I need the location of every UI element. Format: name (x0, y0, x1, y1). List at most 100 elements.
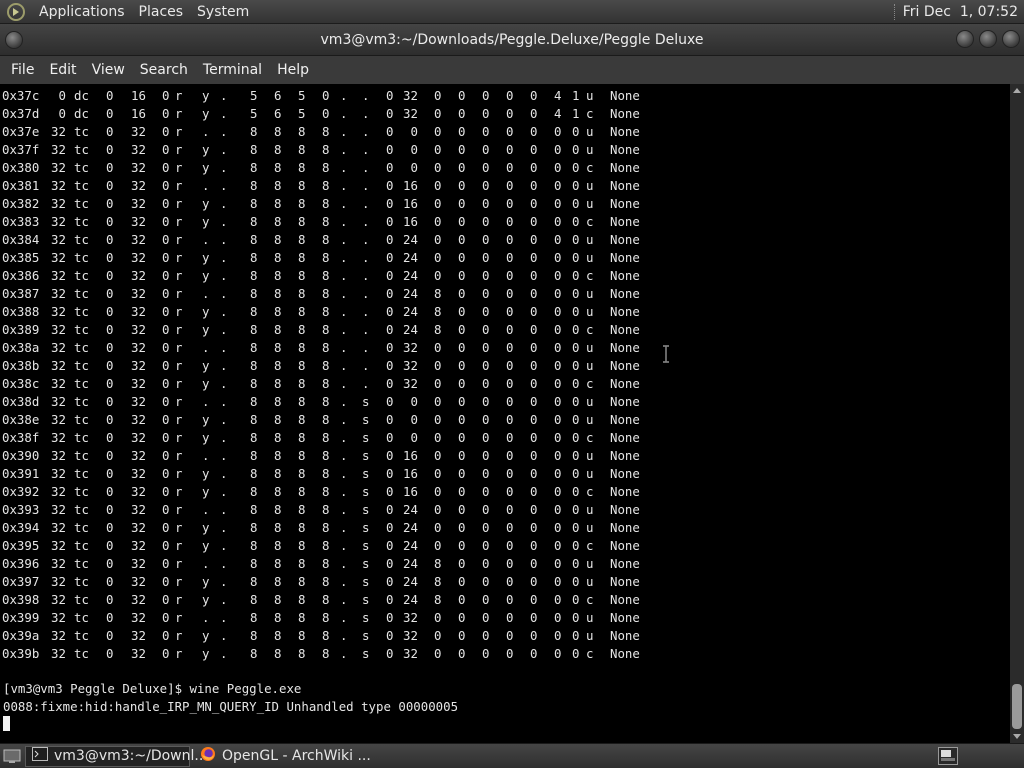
table-cell: tc (74, 394, 89, 409)
table-cell: 8 (322, 448, 330, 463)
table-cell: r (175, 196, 183, 211)
table-cell: 8 (250, 538, 258, 553)
minimize-button[interactable] (956, 30, 974, 48)
table-cell: c (586, 106, 594, 121)
menu-help[interactable]: Help (269, 62, 316, 78)
maximize-button[interactable] (979, 30, 997, 48)
system-menu[interactable]: System (190, 4, 256, 20)
window-menu-button[interactable] (5, 31, 23, 49)
table-cell: tc (74, 304, 89, 319)
menu-terminal[interactable]: Terminal (195, 62, 269, 78)
table-cell: 0 (482, 466, 490, 481)
scroll-down-icon[interactable] (1013, 734, 1021, 739)
table-cell: u (586, 556, 594, 571)
table-cell: s (362, 520, 370, 535)
table-cell: r (175, 538, 183, 553)
taskbar-item-terminal[interactable]: vm3@vm3:~/Downl... (25, 745, 208, 767)
distro-logo-icon[interactable] (6, 2, 26, 22)
table-cell: 0 (386, 556, 394, 571)
places-menu[interactable]: Places (132, 4, 191, 20)
table-cell: 0 (530, 268, 538, 283)
table-cell: 32 (131, 646, 146, 661)
table-cell: 8 (274, 376, 282, 391)
scrollbar-thumb[interactable] (1012, 684, 1022, 729)
table-cell: 0 (506, 556, 514, 571)
table-cell: 0 (554, 214, 562, 229)
table-cell: 5 (298, 88, 306, 103)
table-cell: 0 (482, 358, 490, 373)
menu-file[interactable]: File (3, 62, 41, 78)
table-cell: 32 (51, 592, 66, 607)
table-cell: 0 (458, 448, 466, 463)
menu-view[interactable]: View (84, 62, 132, 78)
table-cell: 8 (298, 646, 306, 661)
table-cell: 8 (298, 484, 306, 499)
table-cell: 0 (482, 124, 490, 139)
table-cell: . (220, 448, 228, 463)
table-cell: 6 (274, 106, 282, 121)
table-cell: 8 (250, 124, 258, 139)
table-cell: . (220, 520, 228, 535)
table-cell: r (175, 646, 183, 661)
vertical-scrollbar[interactable] (1010, 84, 1024, 743)
table-cell: 0 (106, 358, 114, 373)
table-cell: . (340, 88, 348, 103)
table-cell: . (220, 484, 228, 499)
table-cell: 0 (386, 286, 394, 301)
terminal-output[interactable]: 0x37c 0 dc 0 16 0 r y. 5 6 5 0.. 0 32 0 0 0 0 0 4 1 u None 0x37… (0, 84, 1010, 743)
table-cell: 24 (403, 502, 418, 517)
table-cell: 0 (106, 466, 114, 481)
menu-edit[interactable]: Edit (41, 62, 83, 78)
table-cell: None (610, 412, 640, 427)
table-cell: 32 (131, 160, 146, 175)
table-cell: 32 (131, 538, 146, 553)
table-cell: 8 (298, 160, 306, 175)
table-cell: 8 (274, 628, 282, 643)
table-cell: 0 (530, 106, 538, 121)
table-cell: 0 (554, 592, 562, 607)
taskbar-item-firefox[interactable]: OpenGL - ArchWiki ... (194, 746, 371, 767)
close-button[interactable] (1002, 30, 1020, 48)
table-cell: 0 (506, 214, 514, 229)
table-cell: 0 (572, 304, 580, 319)
clock[interactable]: Fri Dec 1, 07:52 (903, 4, 1018, 20)
table-cell: 0 (162, 160, 170, 175)
table-cell: 0 (106, 124, 114, 139)
table-cell: u (586, 142, 594, 157)
table-cell: 4 (554, 106, 562, 121)
table-cell: 5 (298, 106, 306, 121)
workspace-switcher-icon[interactable] (938, 747, 958, 765)
table-cell: . (362, 142, 370, 157)
table-cell: 0 (482, 322, 490, 337)
table-cell: 0x387 (2, 286, 40, 301)
table-cell: 0 (506, 286, 514, 301)
table-cell: 0 (162, 88, 170, 103)
table-cell: 0 (458, 412, 466, 427)
table-cell: 8 (322, 196, 330, 211)
table-cell: y (202, 538, 210, 553)
table-cell: . (340, 196, 348, 211)
table-cell: 8 (434, 322, 442, 337)
table-cell: 0 (530, 502, 538, 517)
table-cell: 4 (554, 88, 562, 103)
window-titlebar[interactable]: vm3@vm3:~/Downloads/Peggle.Deluxe/Peggle… (0, 24, 1024, 56)
table-cell: 0 (106, 286, 114, 301)
table-cell: 8 (250, 178, 258, 193)
table-cell: None (610, 214, 640, 229)
table-cell: 8 (250, 574, 258, 589)
table-cell: 0 (572, 376, 580, 391)
table-cell: 0 (386, 322, 394, 337)
menu-search[interactable]: Search (132, 62, 195, 78)
table-cell: . (340, 466, 348, 481)
show-desktop-icon[interactable] (3, 747, 21, 765)
applications-menu[interactable]: Applications (32, 4, 132, 20)
table-cell: 8 (298, 196, 306, 211)
table-cell: 8 (274, 520, 282, 535)
table-cell: 8 (274, 448, 282, 463)
table-cell: 0 (322, 106, 330, 121)
table-cell: 32 (131, 304, 146, 319)
scroll-up-icon[interactable] (1013, 88, 1021, 93)
table-cell: . (220, 124, 228, 139)
table-cell: 0 (386, 106, 394, 121)
table-cell: 32 (51, 304, 66, 319)
